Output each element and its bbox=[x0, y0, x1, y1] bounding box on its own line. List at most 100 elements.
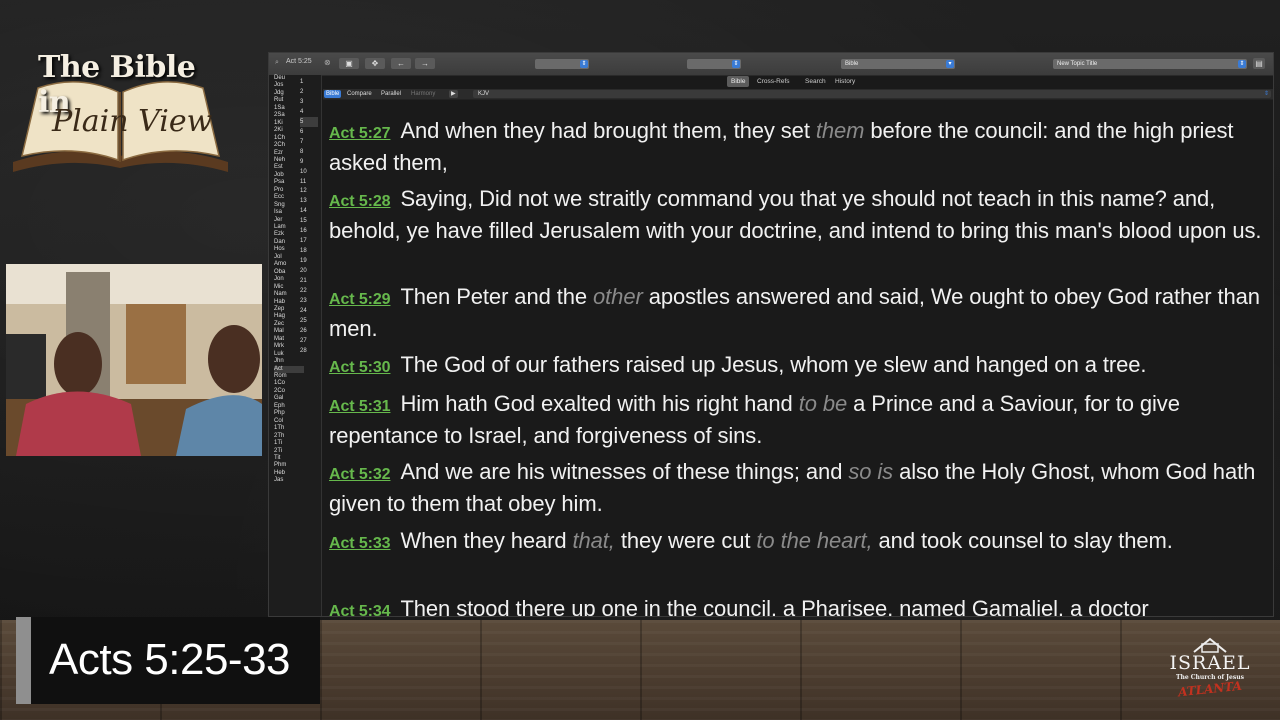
verse: Act 5:27 And when they had brought them, … bbox=[329, 116, 1265, 177]
verse-reference-link[interactable]: Act 5:31 bbox=[329, 398, 391, 415]
verse-reference-link[interactable]: Act 5:28 bbox=[329, 193, 391, 210]
tab-parallel[interactable]: Parallel bbox=[379, 90, 403, 98]
book-item[interactable]: Phm bbox=[274, 462, 304, 469]
bible-app-window: ⌕ Act 5:25 ⊗ ▣ ✥ ← → ⇕ ⇕ Bible ▾ New Topi… bbox=[268, 52, 1274, 617]
subtab-search[interactable]: Search bbox=[801, 76, 830, 87]
layout-button[interactable]: ✥ bbox=[365, 58, 385, 69]
verse-reference-link[interactable]: Act 5:32 bbox=[329, 466, 391, 483]
chapter-item[interactable]: 16 bbox=[300, 226, 318, 236]
book-item[interactable]: Eph bbox=[274, 403, 304, 410]
book-item[interactable]: Php bbox=[274, 410, 304, 417]
scripture-text-area[interactable]: Act 5:27 And when they had brought them, … bbox=[323, 100, 1273, 616]
chapter-item[interactable]: 26 bbox=[300, 326, 318, 336]
back-button[interactable]: ← bbox=[391, 58, 411, 69]
verse-reference-link[interactable]: Act 5:33 bbox=[329, 535, 391, 552]
toolbar-select-1[interactable]: ⇕ bbox=[535, 59, 589, 69]
chapter-item[interactable]: 23 bbox=[300, 296, 318, 306]
tab-compare[interactable]: Compare bbox=[345, 90, 374, 98]
chapter-item[interactable]: 19 bbox=[300, 256, 318, 266]
chevron-down-icon: ▾ bbox=[946, 60, 954, 68]
webcam-feed bbox=[6, 264, 262, 456]
chapter-item[interactable]: 22 bbox=[300, 286, 318, 296]
book-chapter-sidebar: Deu Jos Jdg Rut 1Sa 2Sa 1Ki 2Ki 1Ch 2Ch Ezr Neh Est J… bbox=[269, 75, 322, 616]
book-item[interactable]: 2Th bbox=[274, 433, 304, 440]
chapter-item[interactable]: 9 bbox=[300, 157, 318, 167]
chapter-item[interactable]: 8 bbox=[300, 147, 318, 157]
chapter-item[interactable]: 25 bbox=[300, 316, 318, 326]
book-item[interactable]: 2Co bbox=[274, 388, 304, 395]
forward-button[interactable]: → bbox=[415, 58, 435, 69]
chapter-item[interactable]: 12 bbox=[300, 186, 318, 196]
verse: Act 5:33 When they heard that, they were … bbox=[329, 526, 1265, 558]
toolbar-select-bible[interactable]: Bible ▾ bbox=[841, 59, 955, 69]
clear-icon[interactable]: ⊗ bbox=[324, 58, 331, 67]
chapter-item[interactable]: 27 bbox=[300, 336, 318, 346]
reference-field[interactable]: Act 5:25 bbox=[286, 58, 312, 65]
chapter-item[interactable]: 28 bbox=[300, 346, 318, 356]
verse: Act 5:28 Saying, Did not we straitly comm… bbox=[329, 184, 1265, 245]
verse-italic-text: to the heart, bbox=[756, 528, 873, 553]
bible-in-plain-view-logo: The Bible in Plain View bbox=[8, 44, 233, 179]
tab-bible[interactable]: Bible bbox=[324, 90, 342, 98]
book-item[interactable]: Jhn bbox=[274, 358, 304, 365]
book-item[interactable]: 2Ti bbox=[274, 448, 304, 455]
verse-reference-link[interactable]: Act 5:27 bbox=[329, 125, 391, 142]
chapter-item[interactable]: 15 bbox=[300, 216, 318, 226]
chapter-item[interactable]: 13 bbox=[300, 196, 318, 206]
book-item[interactable]: Gal bbox=[274, 395, 304, 402]
chevron-updown-icon: ⇕ bbox=[732, 60, 740, 68]
play-button[interactable]: ▶ bbox=[449, 90, 458, 98]
verse-text: Him hath God exalted with his right hand bbox=[400, 391, 799, 416]
book-item[interactable]: Jas bbox=[274, 477, 304, 484]
chapter-item[interactable]: 24 bbox=[300, 306, 318, 316]
chapter-item[interactable]: 7 bbox=[300, 137, 318, 147]
chevron-updown-icon: ⇕ bbox=[1238, 60, 1246, 68]
verse-text: The God of our fathers raised up Jesus, … bbox=[400, 352, 1147, 377]
toolbar-select-2[interactable]: ⇕ bbox=[687, 59, 741, 69]
tab-harmony[interactable]: Harmony bbox=[409, 90, 437, 98]
chapter-item[interactable]: 1 bbox=[300, 77, 318, 87]
book-item[interactable]: Col bbox=[274, 418, 304, 425]
chapter-item[interactable]: 18 bbox=[300, 246, 318, 256]
search-icon[interactable]: ⌕ bbox=[275, 59, 279, 67]
app-toolbar: ⌕ Act 5:25 ⊗ ▣ ✥ ← → ⇕ ⇕ Bible ▾ New Topi… bbox=[269, 53, 1273, 76]
verse-italic-text: to be bbox=[798, 391, 848, 416]
chapter-item[interactable]: 20 bbox=[300, 266, 318, 276]
logo-title-line2: Plain View bbox=[52, 104, 213, 139]
chapter-item[interactable]: 3 bbox=[300, 97, 318, 107]
subtab-cross-refs[interactable]: Cross-Refs bbox=[753, 76, 794, 87]
chapter-item[interactable]: 2 bbox=[300, 87, 318, 97]
book-item[interactable]: Tit bbox=[274, 455, 304, 462]
book-item[interactable]: Rom bbox=[274, 373, 304, 380]
chapter-item[interactable]: 14 bbox=[300, 206, 318, 216]
chapter-item[interactable]: 5 bbox=[300, 116, 318, 127]
church-logo: ISRAEL The Church of Jesus ATLANTA bbox=[1160, 636, 1260, 706]
chapter-item[interactable]: 11 bbox=[300, 177, 318, 187]
chapter-item[interactable]: 6 bbox=[300, 127, 318, 137]
verse-text: and took counsel to slay them. bbox=[872, 528, 1173, 553]
verse-italic-text: other bbox=[593, 284, 643, 309]
church-name: ISRAEL bbox=[1169, 652, 1251, 674]
book-item[interactable]: 1Co bbox=[274, 380, 304, 387]
book-item[interactable]: 1Ti bbox=[274, 440, 304, 447]
book-item[interactable]: Heb bbox=[274, 470, 304, 477]
chapter-item[interactable]: 17 bbox=[300, 236, 318, 246]
book-item[interactable]: 1Th bbox=[274, 425, 304, 432]
verse-reference-link[interactable]: Act 5:34 bbox=[329, 603, 391, 616]
book-item[interactable]: Act bbox=[274, 365, 304, 373]
subtab-bible[interactable]: Bible bbox=[727, 76, 750, 87]
version-select[interactable]: KJV ⇕ bbox=[473, 90, 1271, 98]
document-button[interactable]: ▤ bbox=[1253, 58, 1265, 69]
chapter-item[interactable]: 21 bbox=[300, 276, 318, 286]
verse-text: Then stood there up one in the council, … bbox=[400, 596, 1149, 616]
sidebar-toggle-button[interactable]: ▣ bbox=[339, 58, 359, 69]
verse-text: And when they had brought them, they set bbox=[400, 118, 816, 143]
chapter-item[interactable]: 10 bbox=[300, 167, 318, 177]
chevron-updown-icon: ⇕ bbox=[580, 60, 588, 68]
verse: Act 5:30 The God of our fathers raised up… bbox=[329, 350, 1265, 382]
topic-title-select[interactable]: New Topic Title ⇕ bbox=[1053, 59, 1247, 69]
verse-reference-link[interactable]: Act 5:30 bbox=[329, 359, 391, 376]
subtab-history[interactable]: History bbox=[831, 76, 859, 87]
chapter-item[interactable]: 4 bbox=[300, 107, 318, 117]
verse-reference-link[interactable]: Act 5:29 bbox=[329, 291, 391, 308]
